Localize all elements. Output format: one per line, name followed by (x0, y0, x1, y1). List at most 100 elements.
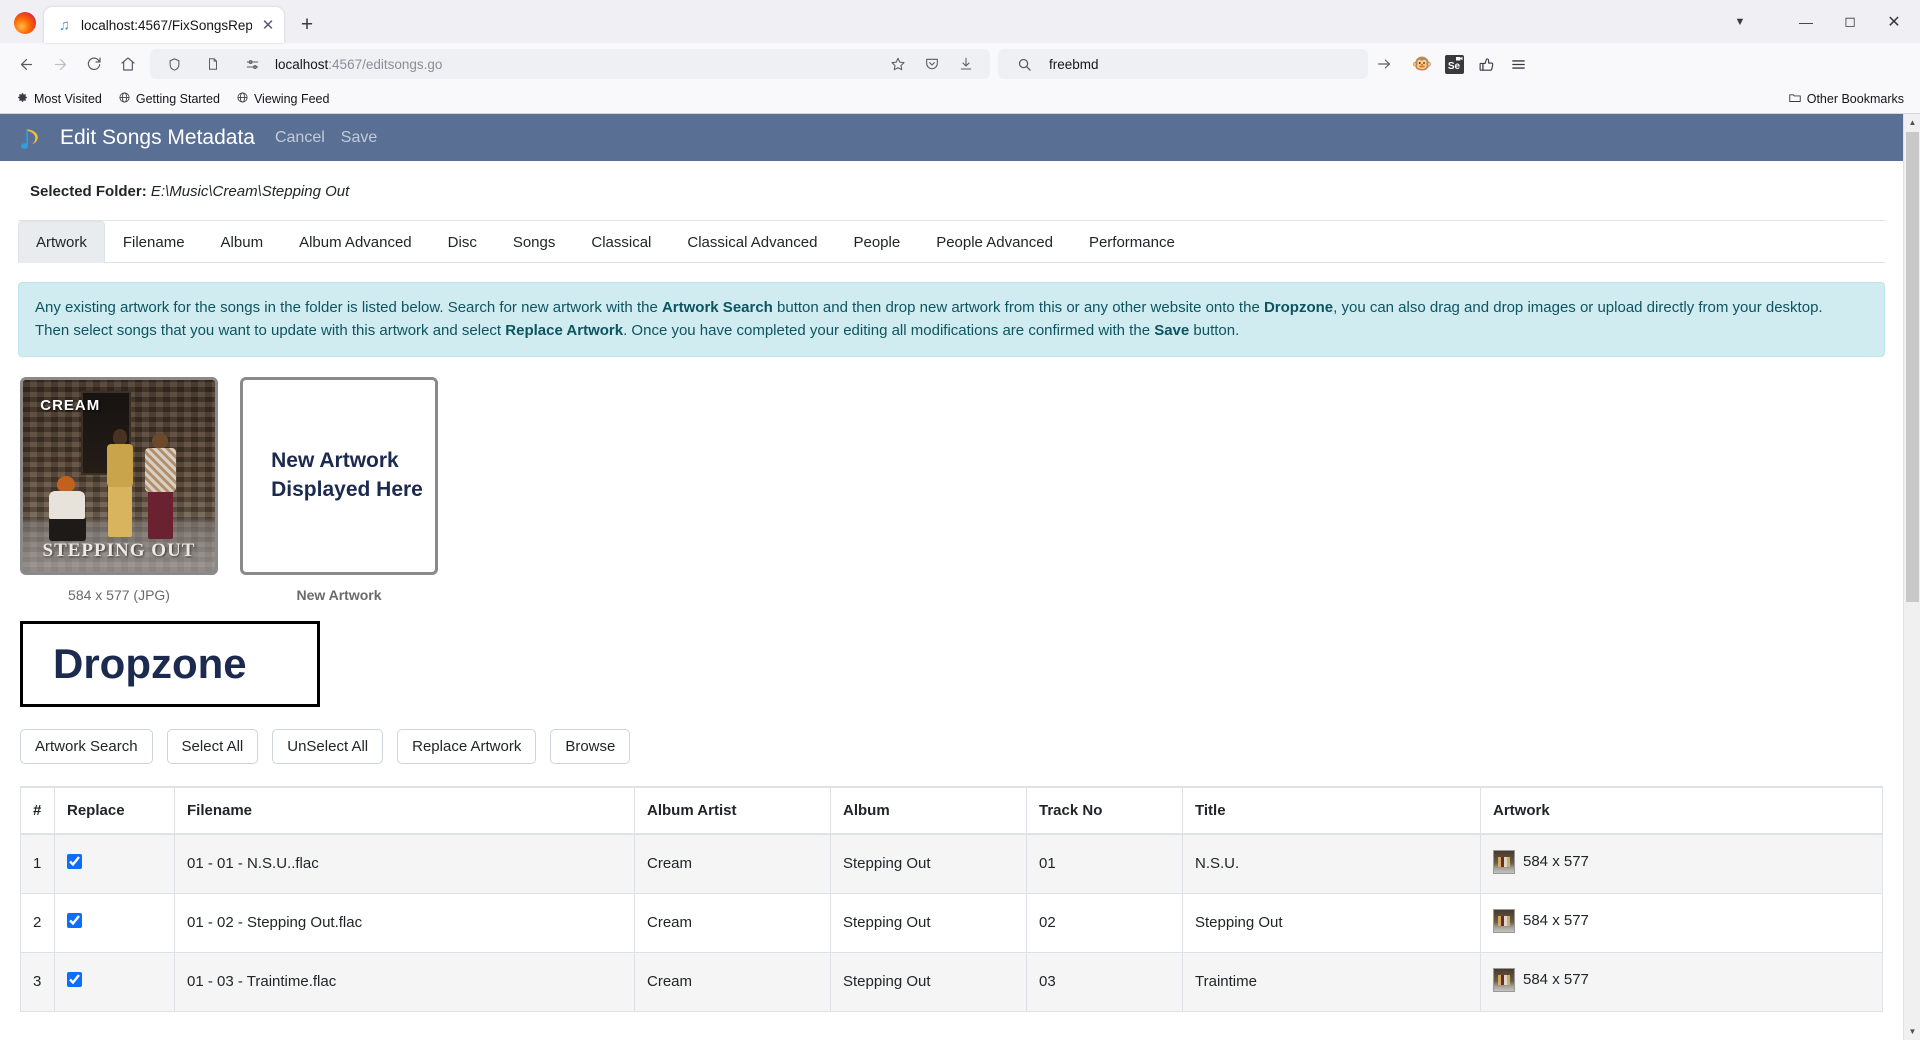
tab-classical[interactable]: Classical (573, 221, 669, 263)
songs-table-head: # Replace Filename Album Artist Album Tr… (20, 785, 1883, 835)
save-button[interactable]: Save (341, 129, 377, 147)
row-artwork-size: 584 x 577 (1523, 912, 1589, 929)
cell-title: Traintime (1182, 951, 1481, 1012)
address-bar[interactable]: localhost:4567/editsongs.go (150, 49, 990, 79)
tab-filename[interactable]: Filename (105, 221, 203, 263)
placeholder-line2: Displayed Here (271, 477, 423, 501)
search-icon (1008, 48, 1040, 80)
header-replace: Replace (54, 785, 175, 835)
replace-checkbox[interactable] (67, 972, 82, 987)
cell-album-artist: Cream (634, 951, 831, 1012)
forward-arrow-icon[interactable] (44, 48, 76, 80)
close-icon[interactable]: ✕ (260, 17, 276, 34)
scroll-down-arrow-icon[interactable]: ▼ (1904, 1023, 1920, 1040)
star-icon[interactable] (882, 48, 914, 80)
url-host: localhost (275, 56, 329, 72)
minimize-button[interactable]: — (1784, 4, 1828, 40)
artwork-search-button[interactable]: Artwork Search (20, 728, 153, 764)
tab-people[interactable]: People (835, 221, 918, 263)
table-row[interactable]: 1 01 - 01 - N.S.U..flac Cream Stepping O… (20, 833, 1883, 894)
replace-checkbox[interactable] (67, 913, 82, 928)
header-artwork: Artwork (1480, 785, 1883, 835)
page-scrollbar[interactable]: ▲ ▼ (1903, 114, 1920, 1040)
tab-artwork[interactable]: Artwork (18, 221, 105, 263)
tab-classical-advanced[interactable]: Classical Advanced (669, 221, 835, 263)
existing-artwork-thumbnail[interactable]: CREAM STEPPING OUT (20, 376, 218, 575)
cell-title: Stepping Out (1182, 892, 1481, 953)
search-bar[interactable]: freebmd (998, 49, 1368, 79)
scrollbar-thumb[interactable] (1906, 132, 1919, 602)
table-row[interactable]: 2 01 - 02 - Stepping Out.flac Cream Step… (20, 892, 1883, 953)
list-all-tabs-button[interactable]: ▼ (1718, 4, 1762, 40)
cell-track-no: 02 (1026, 892, 1183, 953)
new-tab-button[interactable]: + (292, 10, 322, 40)
row-artwork-thumbnail[interactable] (1493, 967, 1515, 992)
bookmark-getting-started[interactable]: Getting Started (112, 88, 226, 110)
bookmark-other-bookmarks[interactable]: Other Bookmarks (1782, 88, 1910, 111)
cell-replace[interactable] (54, 951, 175, 1012)
table-row[interactable]: 3 01 - 03 - Traintime.flac Cream Steppin… (20, 951, 1883, 1012)
row-artwork-thumbnail[interactable] (1493, 908, 1515, 933)
hamburger-menu-icon[interactable] (1504, 50, 1532, 78)
cell-replace[interactable] (54, 833, 175, 894)
app-title: Edit Songs Metadata (60, 125, 255, 149)
cell-filename: 01 - 03 - Traintime.flac (174, 951, 635, 1012)
songs-table-body: 1 01 - 01 - N.S.U..flac Cream Stepping O… (20, 833, 1883, 1012)
permissions-icon[interactable] (236, 48, 268, 80)
replace-checkbox[interactable] (67, 854, 82, 869)
tab-strip: ♫ localhost:4567/FixSongsReport0 ✕ + ▼ —… (0, 0, 1920, 43)
music-note-logo-icon (18, 124, 44, 152)
tab-songs[interactable]: Songs (495, 221, 574, 263)
thumbs-up-extension-icon[interactable] (1472, 50, 1500, 78)
tab-performance[interactable]: Performance (1071, 221, 1193, 263)
info-banner: Any existing artwork for the songs in th… (18, 282, 1885, 357)
banner-text: button. (1189, 322, 1240, 340)
tab-people-advanced[interactable]: People Advanced (918, 221, 1071, 263)
download-icon[interactable] (950, 48, 982, 80)
pocket-icon[interactable] (916, 48, 948, 80)
window-close-button[interactable]: ✕ (1872, 4, 1916, 40)
shield-icon[interactable] (158, 48, 190, 80)
browse-button[interactable]: Browse (550, 728, 631, 764)
cell-replace[interactable] (54, 892, 175, 953)
home-icon[interactable] (112, 48, 144, 80)
cancel-button[interactable]: Cancel (275, 129, 325, 147)
replace-artwork-button[interactable]: Replace Artwork (397, 728, 537, 764)
bookmark-viewing-feed[interactable]: Viewing Feed (230, 88, 336, 110)
page-content: Selected Folder: E:\Music\Cream\Stepping… (0, 161, 1903, 1012)
globe-icon (236, 91, 249, 107)
selenium-ide-icon[interactable]: Se (1440, 50, 1468, 78)
scroll-up-arrow-icon[interactable]: ▲ (1904, 114, 1920, 131)
unselect-all-button[interactable]: UnSelect All (272, 728, 384, 764)
web-page: Edit Songs Metadata Cancel Save Selected… (0, 114, 1903, 1040)
music-note-icon: ♫ (58, 16, 71, 34)
browser-tab[interactable]: ♫ localhost:4567/FixSongsReport0 ✕ (44, 7, 284, 43)
tab-album-advanced[interactable]: Album Advanced (281, 221, 430, 263)
new-artwork-placeholder-text: New Artwork Displayed Here (255, 447, 423, 504)
bookmark-most-visited[interactable]: Most Visited (10, 88, 108, 110)
search-input-value[interactable]: freebmd (1049, 57, 1358, 72)
app-header: Edit Songs Metadata Cancel Save (0, 114, 1903, 161)
cell-filename: 01 - 02 - Stepping Out.flac (174, 892, 635, 953)
info-banner-line1: Any existing artwork for the songs in th… (35, 296, 1868, 319)
page-info-icon[interactable] (197, 48, 229, 80)
new-artwork-cell: New Artwork Displayed Here New Artwork (240, 376, 438, 603)
row-artwork-thumbnail[interactable] (1493, 849, 1515, 874)
cell-album: Stepping Out (830, 951, 1027, 1012)
tab-album[interactable]: Album (203, 221, 282, 263)
select-all-button[interactable]: Select All (166, 728, 259, 764)
cell-album: Stepping Out (830, 833, 1027, 894)
dropzone[interactable]: Dropzone (20, 620, 320, 707)
reload-icon[interactable] (78, 48, 110, 80)
back-arrow-icon[interactable] (10, 48, 42, 80)
tab-disc[interactable]: Disc (430, 221, 495, 263)
browser-window: ♫ localhost:4567/FixSongsReport0 ✕ + ▼ —… (0, 0, 1920, 1040)
cell-number: 2 (20, 892, 55, 953)
new-artwork-placeholder[interactable]: New Artwork Displayed Here (240, 376, 438, 575)
cover-album-title: STEPPING OUT (42, 539, 196, 561)
arrow-right-icon[interactable] (1370, 50, 1398, 78)
monkey-extension-icon[interactable]: 🐵 (1408, 50, 1436, 78)
maximize-button[interactable]: ◻ (1828, 4, 1872, 40)
cell-artwork: 584 x 577 (1480, 833, 1883, 894)
header-title: Title (1182, 785, 1481, 835)
